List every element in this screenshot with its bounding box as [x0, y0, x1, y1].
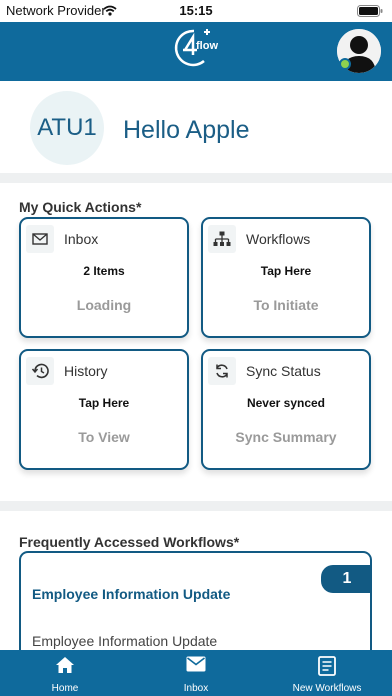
nav-label: Inbox: [183, 683, 209, 694]
quick-action-history[interactable]: History Tap Here To View: [19, 349, 189, 470]
user-initials-avatar: ATU1: [30, 91, 104, 165]
logo-text: flow: [196, 40, 218, 52]
workflow-count-badge: 1: [321, 565, 370, 593]
quick-action-value: Tap Here: [78, 396, 130, 410]
quick-action-sync-status[interactable]: Sync Status Never synced Sync Summary: [201, 349, 371, 470]
status-bar: Network Provider 15:15: [0, 0, 392, 22]
quick-action-title: History: [64, 363, 108, 379]
quick-action-caption: Loading: [76, 297, 132, 313]
sync-icon: [208, 357, 236, 385]
quick-actions-title: My Quick Actions*: [19, 199, 142, 215]
new-workflows-icon: [318, 656, 336, 681]
inbox-icon: [186, 656, 206, 677]
workflow-subtitle: Employee Information Update: [32, 633, 218, 649]
quick-action-inbox[interactable]: Inbox 2 Items Loading: [19, 217, 189, 338]
quick-action-caption: Sync Summary: [235, 429, 337, 445]
main-content: ATU1 Hello Apple My Quick Actions* Inbox…: [0, 81, 392, 661]
workflow-title: Employee Information Update: [32, 586, 231, 602]
frequent-workflows-title: Frequently Accessed Workflows*: [19, 534, 240, 550]
user-initials: ATU1: [37, 114, 97, 141]
nav-item-home[interactable]: Home: [0, 650, 130, 696]
home-icon: [55, 656, 75, 679]
battery-icon: [357, 5, 383, 20]
nav-label: New Workflows: [292, 683, 362, 694]
nav-item-inbox[interactable]: Inbox: [130, 650, 262, 696]
quick-action-value: Never synced: [246, 396, 326, 410]
section-divider: [0, 501, 392, 511]
quick-action-value: Tap Here: [260, 264, 312, 278]
status-time: 15:15: [179, 3, 213, 18]
quick-action-caption: To Initiate: [253, 297, 319, 313]
nav-label: Home: [51, 683, 79, 694]
quick-action-value: 2 Items: [83, 264, 125, 278]
quick-action-caption: To View: [78, 429, 130, 445]
bottom-navigation: Home Inbox New Workflows: [0, 650, 392, 696]
nav-item-new-workflows[interactable]: New Workflows: [262, 650, 392, 696]
greeting-text: Hello Apple: [123, 116, 250, 144]
section-divider: [0, 173, 392, 183]
online-status-indicator: [339, 58, 351, 70]
mail-icon: [26, 225, 54, 253]
quick-action-title: Inbox: [64, 231, 99, 247]
quick-action-title: Sync Status: [246, 363, 321, 379]
frequent-workflow-card[interactable]: Employee Information Update 1 Employee I…: [19, 551, 372, 661]
quick-action-title: Workflows: [246, 231, 311, 247]
quick-action-workflows[interactable]: Workflows Tap Here To Initiate: [201, 217, 371, 338]
history-icon: [26, 357, 54, 385]
hierarchy-icon: [208, 225, 236, 253]
